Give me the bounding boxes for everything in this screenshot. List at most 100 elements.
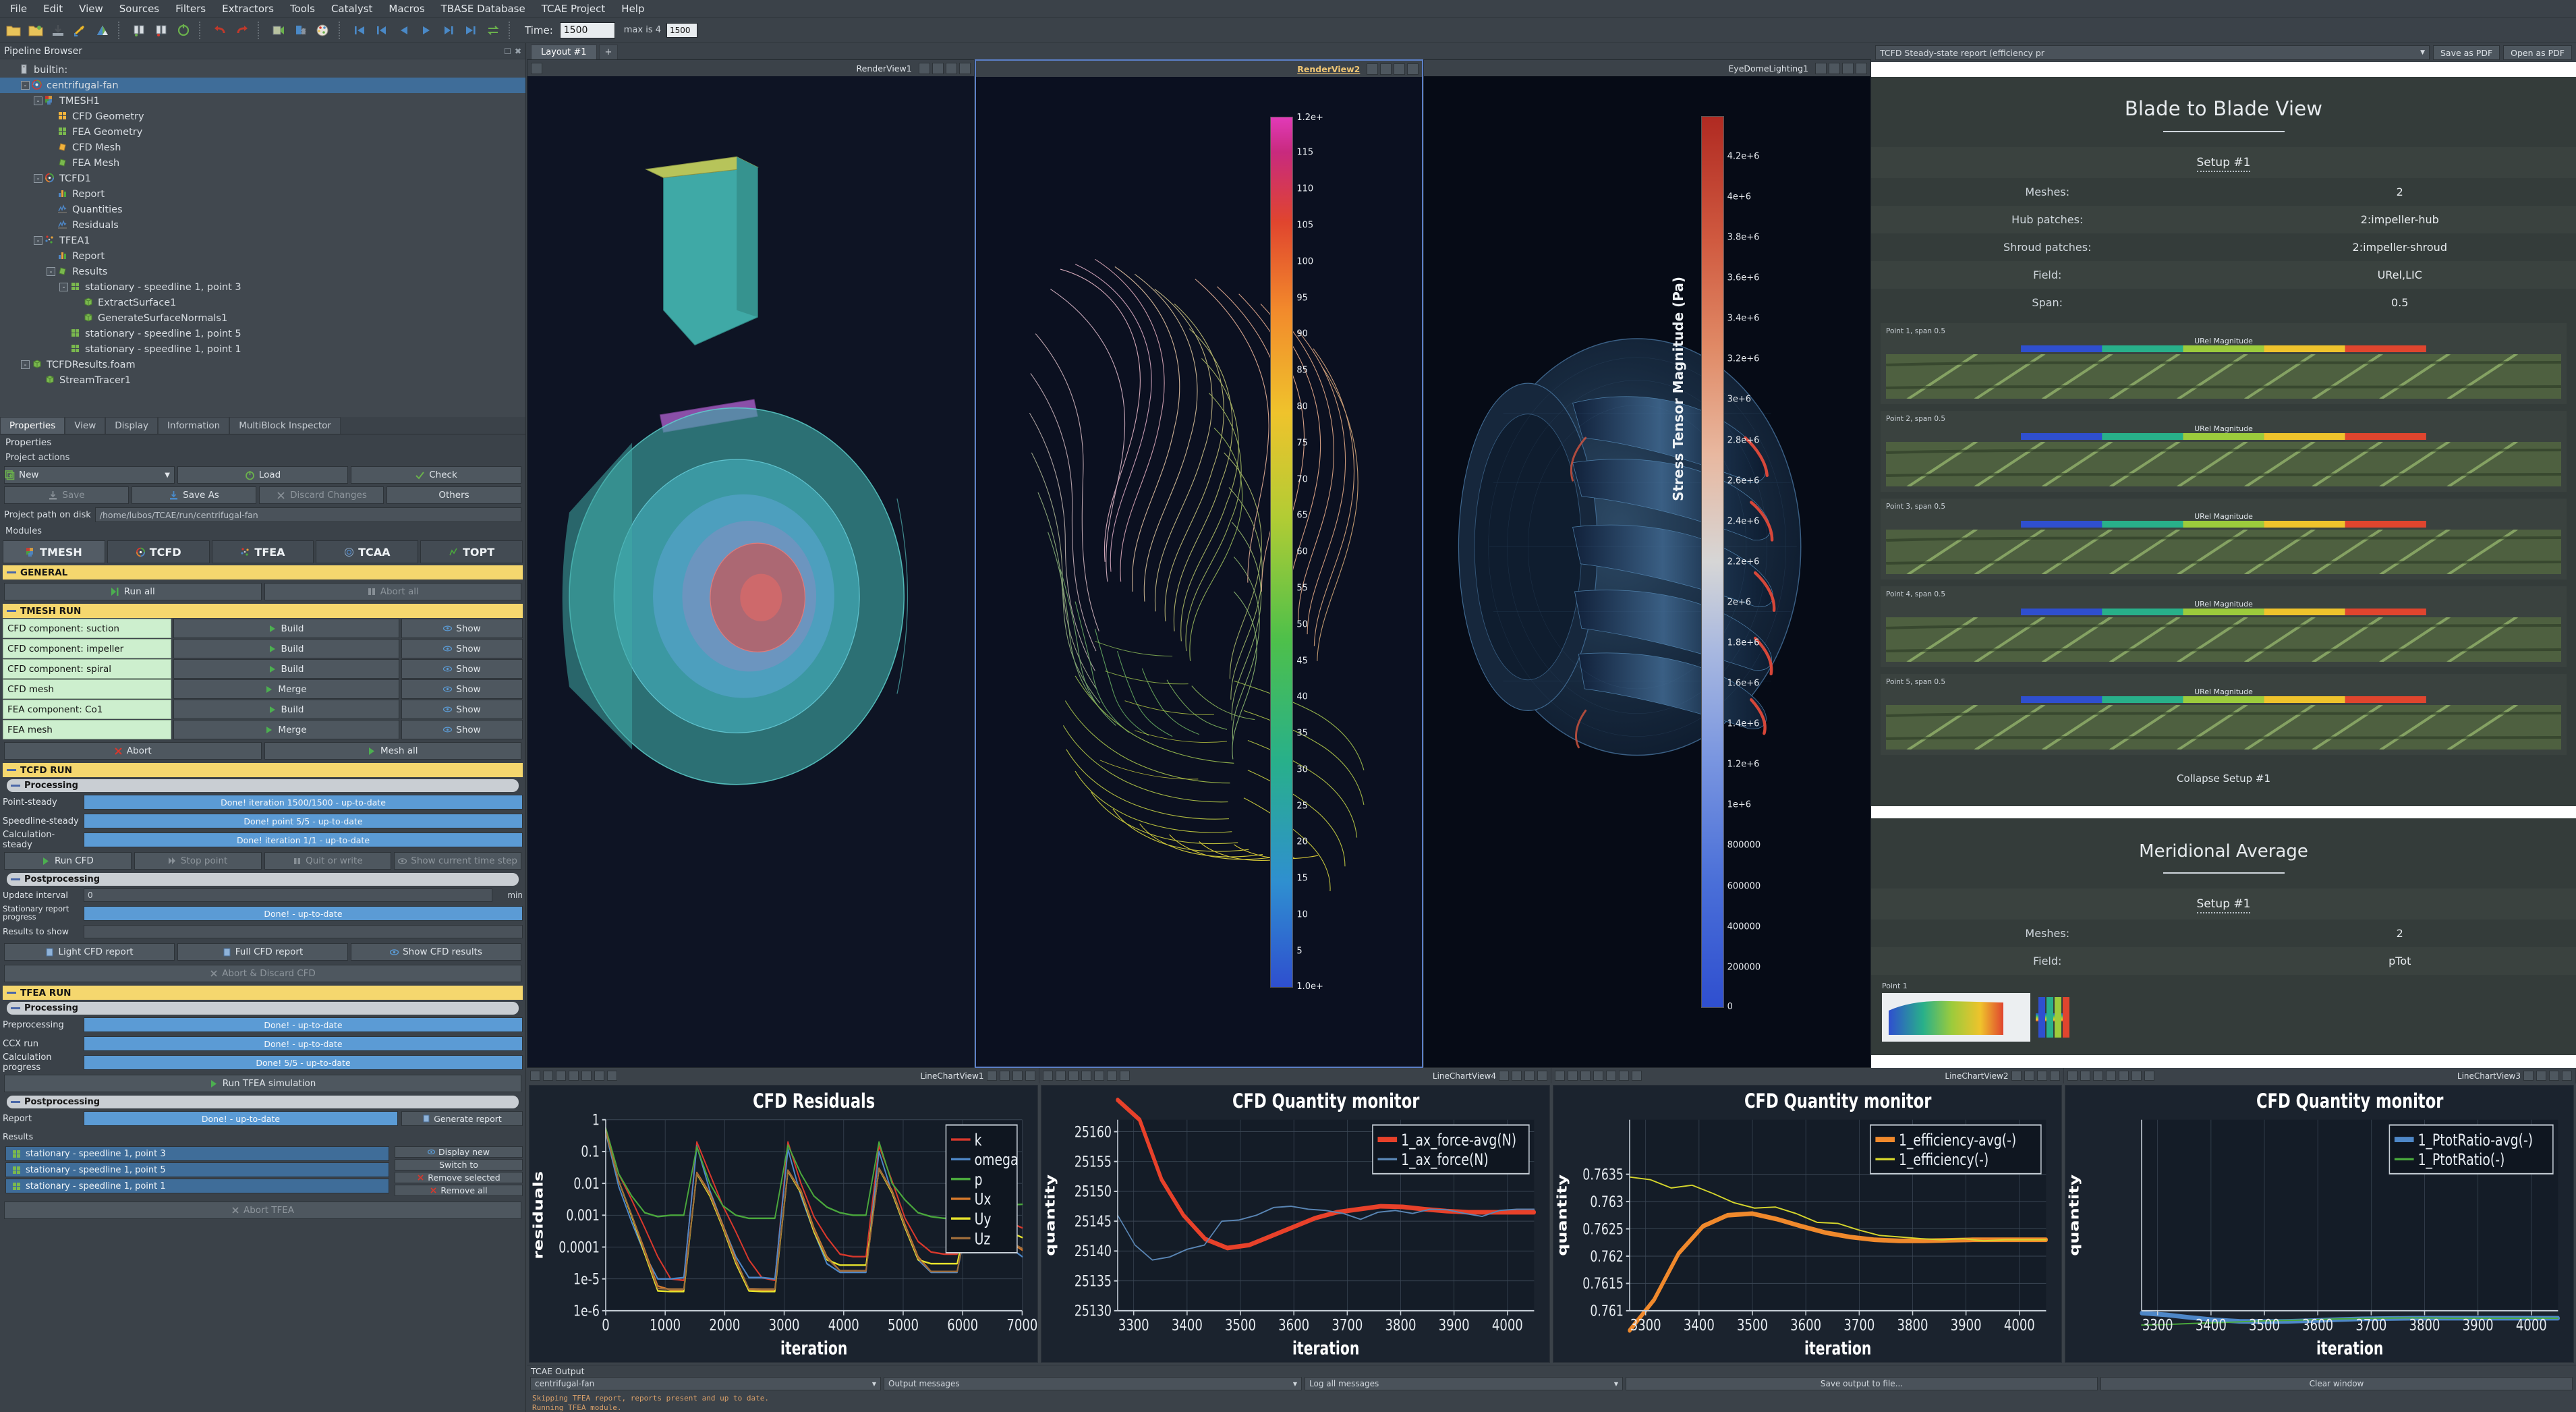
render-view-3-canvas[interactable]: 4.2e+6 4e+6 3.8e+6 3.6e+6 3.4e+6 3.2e+6 3e+6 2.…: [1424, 76, 1871, 1067]
chart-tool-icon[interactable]: [2131, 1071, 2142, 1081]
module-tab-tcaa[interactable]: TCAA: [316, 540, 419, 563]
chart-tool-icon[interactable]: [2118, 1071, 2129, 1081]
project-path-value[interactable]: /home/lubos/TCAE/run/centrifugal-fan: [94, 507, 521, 522]
prev-frame-icon[interactable]: [372, 20, 392, 40]
close-view-icon[interactable]: [1025, 1071, 1035, 1081]
disconnect-icon[interactable]: [151, 20, 171, 40]
tree-expander[interactable]: -: [21, 81, 30, 90]
tree-expander[interactable]: -: [21, 360, 30, 369]
stop-point-button[interactable]: Stop point: [134, 852, 262, 870]
open-as-pdf-button[interactable]: Open as PDF: [2503, 45, 2572, 60]
chart-tool-icon[interactable]: [530, 1071, 540, 1081]
undo-icon[interactable]: [210, 20, 230, 40]
show-current-time-step-button[interactable]: Show current time step: [394, 852, 521, 870]
report-select[interactable]: TCFD Steady-state report (efficiency pr …: [1875, 45, 2430, 60]
show-cfd-results-button[interactable]: Show CFD results: [351, 943, 521, 961]
open-file-icon[interactable]: [3, 20, 24, 40]
chart-tool-icon[interactable]: [1619, 1071, 1629, 1081]
pipeline-item-quantities[interactable]: Quantities: [0, 202, 525, 217]
panel-window-controls[interactable]: ☐ ✖: [504, 47, 521, 56]
chart-tool-icon[interactable]: [1068, 1071, 1079, 1081]
view1-icons[interactable]: [918, 62, 971, 74]
view2-icons[interactable]: [1367, 63, 1419, 75]
save-screenshot-icon[interactable]: [70, 20, 90, 40]
chart-tool-icon[interactable]: [594, 1071, 604, 1081]
pipeline-item-centrifugal-fan[interactable]: - centrifugal-fan: [0, 78, 525, 93]
split-horizontal-icon[interactable]: [2011, 1071, 2022, 1081]
tmesh-fea-mesh-action-button[interactable]: Merge: [173, 720, 399, 739]
menu-item-macros[interactable]: Macros: [381, 1, 432, 17]
render-view-1-panel[interactable]: RenderView1: [527, 59, 975, 1068]
split-horizontal-icon-3[interactable]: [1815, 62, 1827, 74]
split-horizontal-icon[interactable]: [986, 1071, 997, 1081]
layout-tab-1[interactable]: Layout #1: [531, 45, 597, 59]
tmesh-fea-component-co1-show-button[interactable]: Show: [401, 700, 523, 719]
menu-item-tbase-database[interactable]: TBASE Database: [434, 1, 533, 17]
pipeline-item-tmesh1[interactable]: - TMESH1: [0, 93, 525, 109]
maximize-icon[interactable]: [1524, 1071, 1535, 1081]
chart-2[interactable]: 3300 3400 3500 3600 3700 3800 3900 4000 25130 251…: [1041, 1085, 1550, 1363]
discard-changes-button[interactable]: Discard Changes: [259, 486, 384, 504]
render-view-2-panel[interactable]: RenderView2 1.2e+ 115 110 105 100 95 90 …: [974, 59, 1424, 1068]
quit-or-write-button[interactable]: Quit or write: [264, 852, 392, 870]
module-tab-tcfd[interactable]: TCFD: [107, 540, 210, 563]
pipeline-item-builtin[interactable]: builtin:: [0, 62, 525, 78]
module-tab-tmesh[interactable]: TMESH: [3, 540, 105, 563]
split-vertical-icon-3[interactable]: [1829, 62, 1841, 74]
pipeline-item-tfea1[interactable]: - TFEA1: [0, 233, 525, 248]
pipeline-item-stationary-speedline-1-point-5[interactable]: stationary - speedline 1, point 5: [0, 326, 525, 341]
layout-add-tab[interactable]: +: [598, 45, 619, 59]
menu-item-edit[interactable]: Edit: [36, 1, 70, 17]
pipeline-item-tcfdresults-foam[interactable]: - TCFDResults.foam: [0, 357, 525, 372]
pipeline-item-cfd-geometry[interactable]: CFD Geometry: [0, 109, 525, 124]
pipeline-item-streamtracer1[interactable]: StreamTracer1: [0, 372, 525, 388]
others-button[interactable]: Others: [387, 486, 521, 504]
chevron-down-icon-3[interactable]: ▼: [872, 1381, 876, 1387]
properties-tab-multiblock-inspector[interactable]: MultiBlock Inspector: [229, 417, 341, 434]
remove-selected-button[interactable]: Remove selected: [395, 1172, 523, 1183]
output-message-select[interactable]: Output messages ▼: [884, 1377, 1302, 1390]
update-interval-input[interactable]: 0: [84, 888, 492, 902]
split-vertical-icon[interactable]: [932, 62, 944, 74]
pipeline-item-report[interactable]: Report: [0, 186, 525, 202]
tmesh-cfd-component-impeller-action-button[interactable]: Build: [173, 639, 399, 658]
tmesh-cfd-component-impeller-show-button[interactable]: Show: [401, 639, 523, 658]
save-as-button[interactable]: Save As: [132, 486, 256, 504]
tmesh-run-header[interactable]: TMESH RUN: [3, 604, 523, 618]
light-cfd-report-button[interactable]: Light CFD report: [4, 943, 175, 961]
abort-tfea-button[interactable]: Abort TFEA: [4, 1202, 521, 1219]
tree-expander[interactable]: -: [59, 283, 68, 291]
tmesh-cfd-mesh-action-button[interactable]: Merge: [173, 679, 399, 699]
chart-tool-icon[interactable]: [581, 1071, 592, 1081]
redo-icon[interactable]: [232, 20, 252, 40]
last-frame-icon[interactable]: [461, 20, 481, 40]
pipeline-item-cfd-mesh[interactable]: CFD Mesh: [0, 140, 525, 155]
split-horizontal-icon-2[interactable]: [1367, 63, 1379, 75]
menu-item-file[interactable]: File: [3, 1, 34, 17]
tfea-run-header[interactable]: TFEA RUN: [3, 986, 523, 1000]
chevron-down-icon-4[interactable]: ▼: [1293, 1381, 1297, 1387]
menu-item-tools[interactable]: Tools: [283, 1, 322, 17]
pipeline-item-stationary-speedline-1-point-3[interactable]: - stationary - speedline 1, point 3: [0, 279, 525, 295]
pipeline-item-residuals[interactable]: Residuals: [0, 217, 525, 233]
menu-item-catalyst[interactable]: Catalyst: [324, 1, 380, 17]
color-map-icon[interactable]: [291, 20, 311, 40]
close-view-icon-3[interactable]: [1856, 62, 1868, 74]
chart-tool-icon[interactable]: [1055, 1071, 1066, 1081]
chart-tool-icon[interactable]: [2144, 1071, 2154, 1081]
chevron-down-icon-5[interactable]: ▼: [1614, 1381, 1618, 1387]
save-as-pdf-button[interactable]: Save as PDF: [2432, 45, 2500, 60]
tmesh-fea-component-co1-action-button[interactable]: Build: [173, 700, 399, 719]
split-vertical-icon[interactable]: [999, 1071, 1010, 1081]
close-view-icon[interactable]: [958, 62, 971, 74]
report-thumbnail[interactable]: Point 3, span 0.5 URel Magnitude: [1881, 499, 2567, 580]
play-reverse-icon[interactable]: [394, 20, 414, 40]
maximize-icon[interactable]: [2549, 1071, 2559, 1081]
chevron-down-icon-2[interactable]: ▼: [2420, 49, 2425, 56]
loop-icon[interactable]: [483, 20, 503, 40]
properties-tab-view[interactable]: View: [65, 417, 106, 434]
tmesh-cfd-mesh-show-button[interactable]: Show: [401, 679, 523, 699]
maximize-icon[interactable]: [1012, 1071, 1023, 1081]
report-setup-header-2[interactable]: Setup #1: [1871, 888, 2576, 920]
tfea-result-item[interactable]: stationary - speedline 1, point 5: [5, 1162, 389, 1177]
